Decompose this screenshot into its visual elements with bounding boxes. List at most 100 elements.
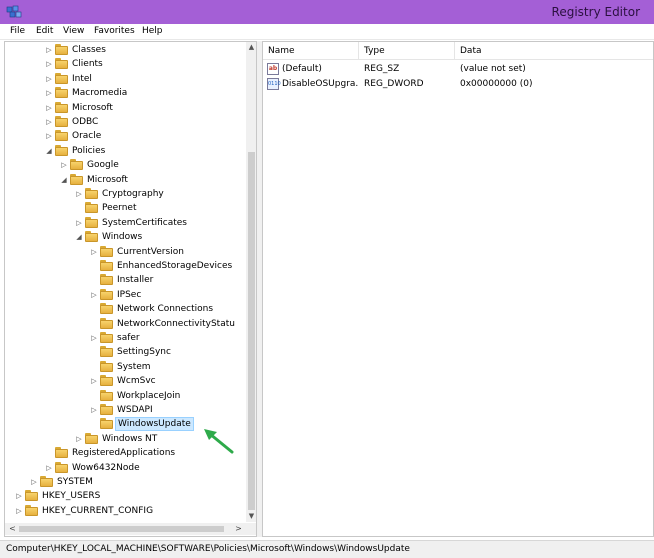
column-header-data[interactable]: Data bbox=[455, 42, 653, 60]
collapsed-arrow-icon[interactable]: ▷ bbox=[45, 464, 53, 472]
folder-icon bbox=[55, 447, 68, 459]
tree-node[interactable]: ▷ IPSec bbox=[5, 288, 246, 302]
collapsed-arrow-icon[interactable]: ▷ bbox=[15, 492, 23, 500]
tree-node[interactable]: ▷ Macromedia bbox=[5, 86, 246, 100]
current-key-path: Computer\HKEY_LOCAL_MACHINE\SOFTWARE\Pol… bbox=[6, 544, 410, 554]
menu-file[interactable]: File bbox=[10, 26, 25, 36]
value-type: REG_SZ bbox=[364, 64, 400, 74]
folder-icon bbox=[25, 490, 38, 502]
collapsed-arrow-icon[interactable]: ▷ bbox=[90, 248, 98, 256]
collapsed-arrow-icon[interactable]: ▷ bbox=[75, 219, 83, 227]
menu-favorites[interactable]: Favorites bbox=[94, 26, 135, 36]
menu-view[interactable]: View bbox=[63, 26, 84, 36]
tree-node[interactable]: ▷ Classes bbox=[5, 43, 246, 57]
tree-node-label: SettingSync bbox=[117, 347, 171, 358]
tree-node[interactable]: ▷ Intel bbox=[5, 72, 246, 86]
folder-icon bbox=[100, 317, 113, 329]
folder-icon bbox=[100, 346, 113, 358]
expanded-arrow-icon[interactable]: ◢ bbox=[75, 233, 83, 241]
tree-node[interactable]: ▷ Oracle bbox=[5, 129, 246, 143]
tree-node[interactable]: ◢ Policies bbox=[5, 144, 246, 158]
column-header-name[interactable]: Name bbox=[263, 42, 359, 60]
scroll-left-arrow-icon[interactable]: < bbox=[7, 523, 18, 535]
collapsed-arrow-icon[interactable]: ▷ bbox=[75, 435, 83, 443]
menu-help[interactable]: Help bbox=[142, 26, 163, 36]
tree-horizontal-scrollbar[interactable]: < > bbox=[5, 523, 246, 535]
tree-node[interactable]: ▷ SYSTEM bbox=[5, 475, 246, 489]
tree-node[interactable]: ▷ SystemCertificates bbox=[5, 216, 246, 230]
expanded-arrow-icon[interactable]: ◢ bbox=[45, 147, 53, 155]
tree-node-label: Macromedia bbox=[72, 88, 128, 99]
tree-node[interactable]: System bbox=[5, 360, 246, 374]
collapsed-arrow-icon[interactable]: ▷ bbox=[90, 377, 98, 385]
tree-node-label: Wow6432Node bbox=[72, 462, 140, 473]
tree-node[interactable]: ▷ Clients bbox=[5, 57, 246, 71]
expanded-arrow-icon[interactable]: ◢ bbox=[60, 176, 68, 184]
tree-vertical-scroll-thumb[interactable] bbox=[248, 152, 255, 510]
tree-node[interactable]: SettingSync bbox=[5, 345, 246, 359]
tree-node-label: Intel bbox=[72, 73, 92, 84]
folder-icon bbox=[55, 87, 68, 99]
column-header-type[interactable]: Type bbox=[359, 42, 455, 60]
folder-icon bbox=[100, 274, 113, 286]
tree-node[interactable]: ▷ HKEY_CURRENT_CONFIG bbox=[5, 504, 246, 518]
collapsed-arrow-icon[interactable]: ▷ bbox=[45, 46, 53, 54]
collapsed-arrow-icon[interactable]: ▷ bbox=[45, 60, 53, 68]
folder-icon bbox=[70, 159, 83, 171]
folder-icon bbox=[55, 44, 68, 55]
registry-values-list[interactable]: Name Type Data ab (Default) REG_SZ (valu… bbox=[262, 41, 654, 537]
value-row-default[interactable]: ab (Default) REG_SZ (value not set) bbox=[263, 62, 653, 77]
collapsed-arrow-icon[interactable]: ▷ bbox=[90, 406, 98, 414]
tree-node[interactable]: ▷ CurrentVersion bbox=[5, 245, 246, 259]
collapsed-arrow-icon[interactable]: ▷ bbox=[45, 89, 53, 97]
collapsed-arrow-icon[interactable]: ▷ bbox=[15, 507, 23, 515]
tree-node[interactable]: Peernet bbox=[5, 201, 246, 215]
tree-node-label: EnhancedStorageDevices bbox=[117, 261, 233, 271]
scroll-down-arrow-icon[interactable]: ▼ bbox=[246, 511, 256, 522]
registry-editor-app-icon[interactable] bbox=[6, 5, 22, 19]
tree-node[interactable]: ▷ Microsoft bbox=[5, 101, 246, 115]
tree-node[interactable]: ▷ Wow6432Node bbox=[5, 461, 246, 475]
tree-node[interactable]: ▷ HKEY_USERS bbox=[5, 489, 246, 503]
tree-node[interactable]: ▷ WSDAPI bbox=[5, 403, 246, 417]
tree-node[interactable]: NetworkConnectivityStatu bbox=[5, 317, 246, 331]
scroll-up-arrow-icon[interactable]: ▲ bbox=[246, 42, 256, 53]
tree-node[interactable]: ▷ Cryptography bbox=[5, 187, 246, 201]
menu-edit[interactable]: Edit bbox=[36, 26, 53, 36]
tree-node[interactable]: Installer bbox=[5, 273, 246, 287]
tree-horizontal-scroll-thumb[interactable] bbox=[19, 526, 224, 532]
tree-node[interactable]: ▷ WcmSvc bbox=[5, 374, 246, 388]
value-row-disableosupgrade[interactable]: 0110 DisableOSUpgra... REG_DWORD 0x00000… bbox=[263, 77, 653, 92]
collapsed-arrow-icon[interactable]: ▷ bbox=[90, 291, 98, 299]
tree-node-label: Clients bbox=[72, 59, 103, 70]
collapsed-arrow-icon[interactable]: ▷ bbox=[75, 190, 83, 198]
tree-node[interactable]: ◢ Microsoft bbox=[5, 173, 246, 187]
tree-node-label: Google bbox=[87, 160, 119, 171]
collapsed-arrow-icon[interactable]: ▷ bbox=[30, 478, 38, 486]
collapsed-arrow-icon[interactable]: ▷ bbox=[45, 132, 53, 140]
tree-node[interactable]: Network Connections bbox=[5, 302, 246, 316]
tree-node-label: Windows NT bbox=[102, 433, 158, 444]
tree-node[interactable]: EnhancedStorageDevices bbox=[5, 259, 246, 273]
tree-node[interactable]: ◢ Windows bbox=[5, 230, 246, 244]
collapsed-arrow-icon[interactable]: ▷ bbox=[45, 118, 53, 126]
collapsed-arrow-icon[interactable]: ▷ bbox=[60, 161, 68, 169]
collapsed-arrow-icon[interactable]: ▷ bbox=[45, 75, 53, 83]
scroll-right-arrow-icon[interactable]: > bbox=[233, 523, 244, 535]
tree-node-label: ODBC bbox=[72, 117, 99, 127]
folder-icon bbox=[85, 432, 98, 444]
tree-node[interactable]: ▷ ODBC bbox=[5, 115, 246, 129]
registry-key-tree[interactable]: ▷ Classes ▷ Clients ▷ Intel ▷ Macromedia ▷ Micros… bbox=[4, 41, 257, 537]
folder-icon bbox=[100, 288, 113, 300]
tree-vertical-scrollbar[interactable]: ▲ ▼ bbox=[246, 42, 256, 522]
tree-node[interactable]: WorkplaceJoin bbox=[5, 389, 246, 403]
tree-node[interactable]: ▷ Google bbox=[5, 158, 246, 172]
scrollbar-corner bbox=[246, 523, 256, 535]
tree-node[interactable]: ▷ safer bbox=[5, 331, 246, 345]
folder-icon bbox=[55, 101, 68, 113]
collapsed-arrow-icon[interactable]: ▷ bbox=[45, 104, 53, 112]
value-data: 0x00000000 (0) bbox=[460, 79, 533, 89]
tree-node-label: Peernet bbox=[102, 203, 137, 214]
folder-icon bbox=[55, 72, 68, 84]
collapsed-arrow-icon[interactable]: ▷ bbox=[90, 334, 98, 342]
